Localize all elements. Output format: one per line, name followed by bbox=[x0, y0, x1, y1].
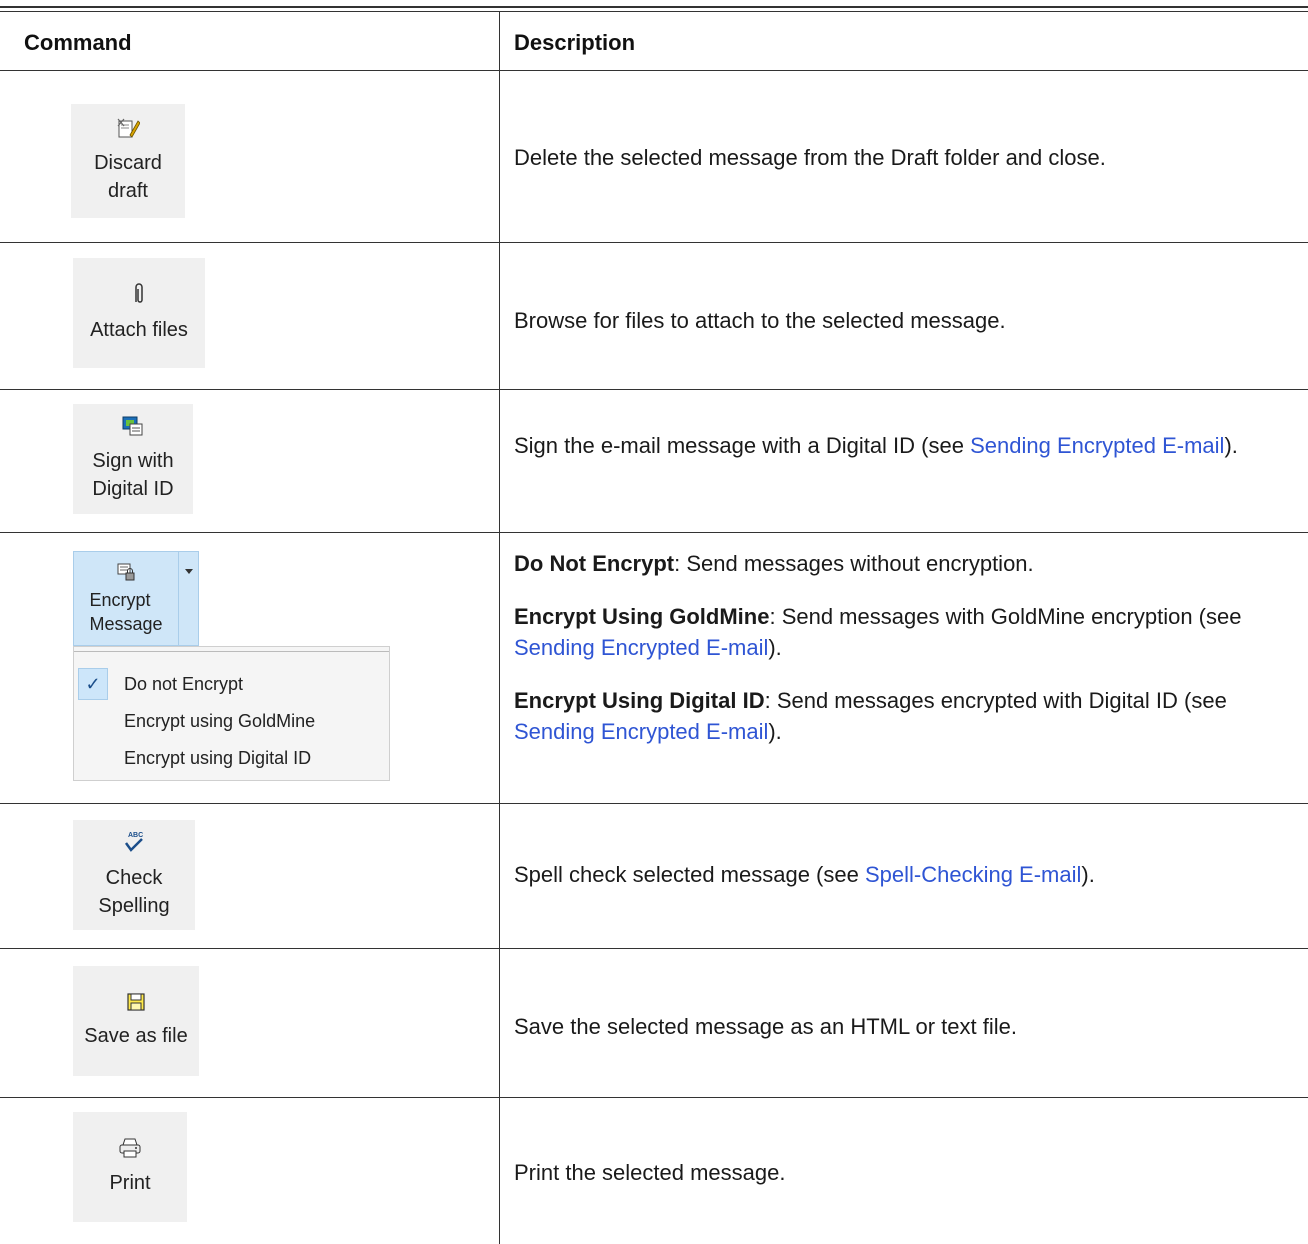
link-spell-checking-email[interactable]: Spell-Checking E-mail bbox=[865, 862, 1081, 887]
check-spelling-label: Check Spelling bbox=[98, 867, 170, 917]
row-divider bbox=[0, 948, 1308, 949]
attach-files-button[interactable]: Attach files bbox=[73, 258, 205, 368]
row-divider bbox=[0, 389, 1308, 390]
checkmark-icon: ✓ bbox=[78, 668, 108, 700]
print-button[interactable]: Print bbox=[73, 1112, 187, 1222]
encrypt-dropdown-menu: ✓ Do not Encrypt Encrypt using GoldMine … bbox=[73, 646, 390, 781]
save-as-file-label: Save as file bbox=[84, 1025, 188, 1047]
printer-icon bbox=[118, 1137, 142, 1167]
sign-digital-id-label: Sign with Digital ID bbox=[92, 450, 174, 500]
encrypt-message-split-button[interactable]: Encrypt Message bbox=[73, 551, 199, 646]
description-save-as-file: Save the selected message as an HTML or … bbox=[514, 1014, 1017, 1039]
link-sending-encrypted-email[interactable]: Sending Encrypted E-mail bbox=[514, 635, 768, 660]
check-spelling-button[interactable]: ABC Check Spelling bbox=[73, 820, 195, 930]
row-divider bbox=[0, 532, 1308, 533]
menu-item-encrypt-digital-id[interactable]: Encrypt using Digital ID bbox=[74, 740, 389, 776]
header-description: Description bbox=[514, 30, 636, 55]
row-divider bbox=[0, 803, 1308, 804]
link-sending-encrypted-email[interactable]: Sending Encrypted E-mail bbox=[514, 719, 768, 744]
spell-check-icon: ABC bbox=[122, 830, 146, 862]
print-label: Print bbox=[109, 1172, 151, 1194]
header-divider bbox=[0, 70, 1308, 71]
attach-files-label: Attach files bbox=[90, 319, 188, 341]
description-encrypt-message: Do Not Encrypt: Send messages without en… bbox=[514, 551, 1242, 744]
menu-item-encrypt-goldmine[interactable]: Encrypt using GoldMine bbox=[74, 703, 389, 739]
table-top-border-inner bbox=[0, 11, 1308, 12]
column-divider bbox=[499, 12, 500, 1244]
description-discard-draft: Delete the selected message from the Dra… bbox=[514, 145, 1106, 170]
description-check-spelling: Spell check selected message (see Spell-… bbox=[514, 862, 1095, 887]
header-command: Command bbox=[24, 30, 132, 55]
row-divider bbox=[0, 242, 1308, 243]
table-top-border bbox=[0, 6, 1308, 8]
discard-draft-label: Discard draft bbox=[94, 152, 162, 202]
description-print: Print the selected message. bbox=[514, 1160, 786, 1185]
row-divider bbox=[0, 1097, 1308, 1098]
description-attach-files: Browse for files to attach to the select… bbox=[514, 308, 1006, 333]
encrypt-message-icon bbox=[116, 562, 136, 588]
discard-draft-icon bbox=[116, 117, 141, 147]
menu-separator bbox=[74, 651, 389, 652]
link-sending-encrypted-email[interactable]: Sending Encrypted E-mail bbox=[970, 433, 1224, 458]
sign-digital-id-button[interactable]: Sign with Digital ID bbox=[73, 404, 193, 514]
chevron-down-icon bbox=[185, 569, 193, 574]
discard-draft-button[interactable]: Discard draft bbox=[71, 104, 185, 218]
floppy-disk-icon bbox=[126, 992, 146, 1020]
svg-text:ABC: ABC bbox=[128, 832, 143, 839]
menu-item-do-not-encrypt[interactable]: ✓ Do not Encrypt bbox=[74, 666, 389, 702]
digital-id-icon bbox=[121, 415, 145, 445]
save-as-file-button[interactable]: Save as file bbox=[73, 966, 199, 1076]
encrypt-message-button[interactable]: Encrypt Message bbox=[74, 552, 178, 645]
paperclip-icon bbox=[132, 282, 146, 314]
encrypt-message-label: Encrypt Message bbox=[89, 589, 163, 634]
description-sign-digital-id: Sign the e-mail message with a Digital I… bbox=[514, 433, 1238, 458]
encrypt-dropdown-arrow[interactable] bbox=[178, 552, 199, 645]
